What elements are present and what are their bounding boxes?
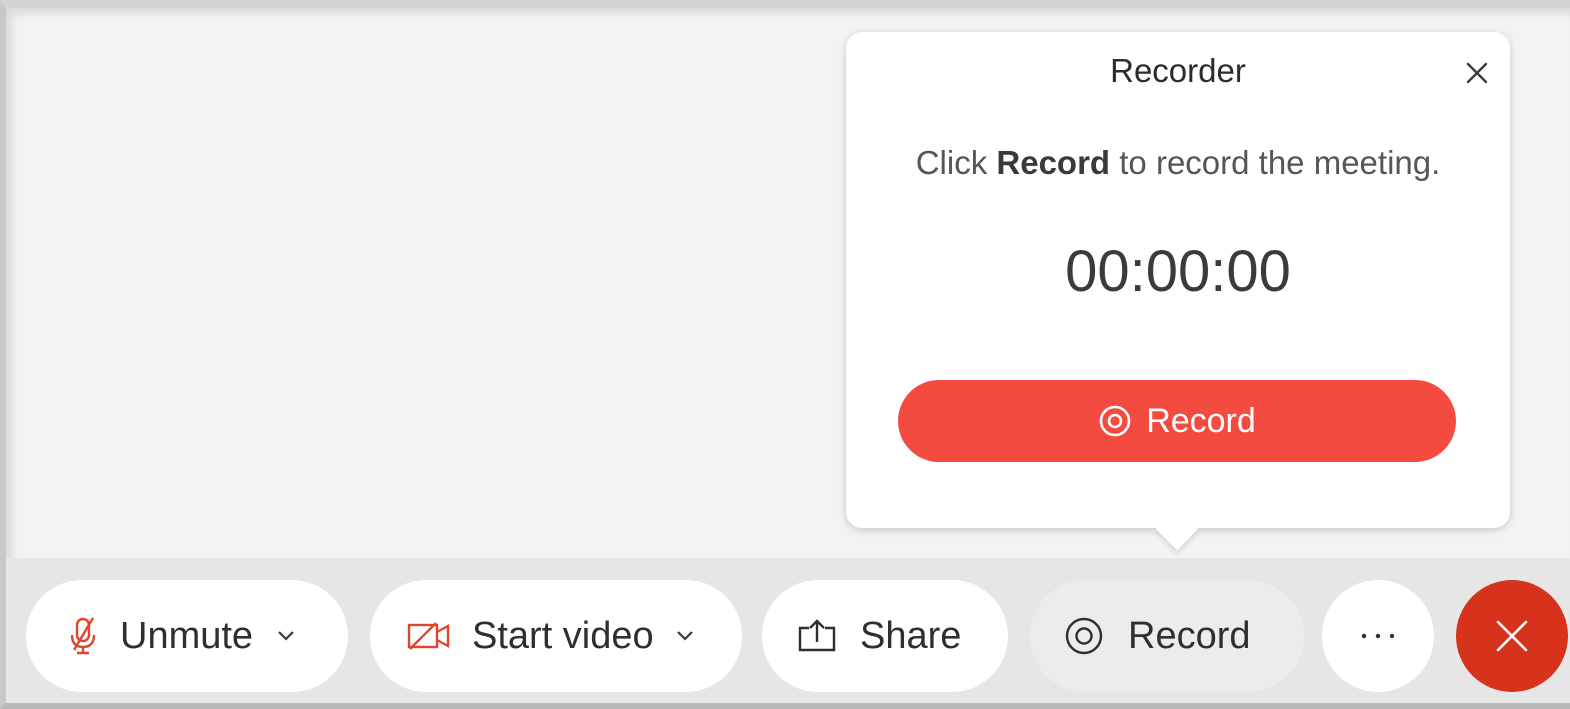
unmute-button[interactable]: Unmute: [26, 580, 348, 692]
popover-record-button[interactable]: Record: [898, 380, 1456, 462]
more-options-button[interactable]: [1322, 580, 1434, 692]
message-prefix: Click: [915, 144, 997, 181]
popover-message: Click Record to record the meeting.: [846, 144, 1510, 182]
start-video-label: Start video: [472, 614, 654, 657]
ellipsis-icon: [1358, 632, 1398, 640]
leave-meeting-button[interactable]: [1456, 580, 1568, 692]
unmute-label: Unmute: [120, 614, 254, 657]
record-icon: [1064, 616, 1104, 656]
chevron-down-icon[interactable]: [277, 630, 295, 642]
muted-microphone-icon: [68, 616, 98, 656]
chevron-down-icon[interactable]: [676, 630, 694, 642]
message-suffix: to record the meeting.: [1110, 144, 1441, 181]
popover-record-label: Record: [1146, 401, 1256, 440]
start-video-button[interactable]: Start video: [370, 580, 742, 692]
popover-close-button[interactable]: [1460, 56, 1494, 90]
meeting-toolbar: Unmute Start video Share Record: [6, 558, 1570, 703]
record-label: Record: [1128, 614, 1251, 657]
meeting-window: Recorder Click Record to record the meet…: [0, 0, 1570, 709]
close-icon: [1495, 619, 1529, 653]
record-icon: [1098, 404, 1132, 438]
video-off-icon: [406, 619, 452, 653]
recording-timer: 00:00:00: [1065, 239, 1291, 304]
record-button[interactable]: Record: [1030, 580, 1304, 692]
popover-arrow: [1155, 507, 1199, 551]
share-icon: [796, 618, 838, 654]
share-label: Share: [860, 614, 962, 657]
share-button[interactable]: Share: [762, 580, 1008, 692]
popover-title: Recorder: [1110, 52, 1246, 89]
close-icon: [1466, 62, 1488, 84]
message-bold: Record: [996, 144, 1111, 181]
recorder-popover: Recorder Click Record to record the meet…: [846, 32, 1510, 551]
